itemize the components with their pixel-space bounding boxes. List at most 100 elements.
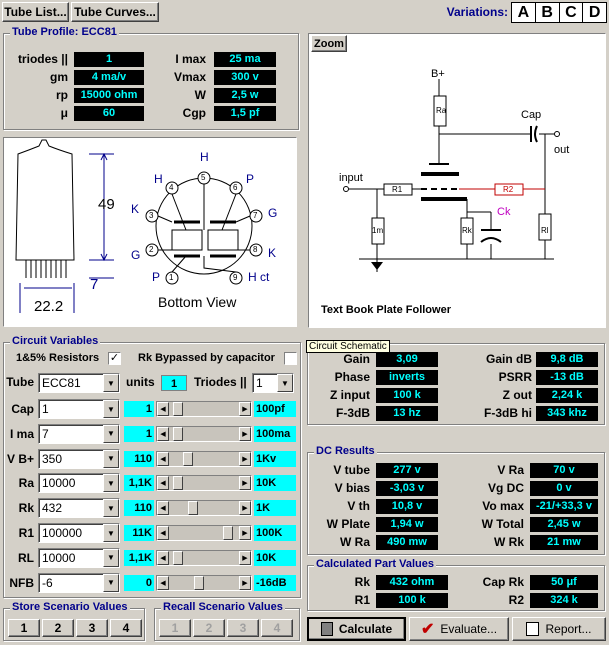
chevron-down-icon[interactable]: ▼ bbox=[103, 499, 119, 518]
rp-label: rp bbox=[56, 88, 68, 102]
slider-left-arrow-icon[interactable]: ◀ bbox=[157, 526, 169, 540]
vo-max-value: -21/+33,3 v bbox=[530, 499, 598, 514]
variations-group: A B C D bbox=[511, 2, 607, 23]
variation-c-button[interactable]: C bbox=[560, 3, 584, 22]
i-ma-slider[interactable]: ◀ ▶ bbox=[156, 425, 252, 442]
units-value[interactable]: 1 bbox=[161, 375, 187, 391]
i-ma-slider-thumb[interactable] bbox=[172, 426, 183, 441]
calculate-button[interactable]: Calculate bbox=[307, 617, 406, 641]
nfb-slider[interactable]: ◀ ▶ bbox=[156, 574, 252, 591]
chevron-down-icon[interactable]: ▼ bbox=[103, 573, 119, 592]
w-ra-value: 490 mw bbox=[376, 535, 438, 550]
slider-right-arrow-icon[interactable]: ▶ bbox=[239, 476, 251, 491]
circuit-variables-group: Circuit Variables 1&5% Resistors ✓ Rk By… bbox=[3, 335, 301, 598]
rl-slider[interactable]: ◀ ▶ bbox=[156, 549, 252, 566]
rl-slider-thumb[interactable] bbox=[172, 550, 183, 565]
i-ma-select[interactable]: 7 ▼ bbox=[38, 423, 120, 444]
cap-rk-label: Cap Rk bbox=[482, 575, 524, 589]
v-b-slider-thumb[interactable] bbox=[182, 451, 193, 466]
slider-left-arrow-icon[interactable]: ◀ bbox=[157, 550, 169, 565]
pin-7-label: 7 bbox=[253, 211, 258, 220]
ra-slider-thumb[interactable] bbox=[172, 476, 183, 491]
cap-step-value: 1 bbox=[124, 401, 154, 417]
slider-right-arrow-icon[interactable]: ▶ bbox=[239, 501, 251, 516]
chevron-down-icon[interactable]: ▼ bbox=[103, 524, 119, 542]
chevron-down-icon[interactable]: ▼ bbox=[277, 374, 293, 392]
variation-a-button[interactable]: A bbox=[512, 3, 536, 22]
resistors-checkbox[interactable]: ✓ bbox=[108, 352, 121, 365]
f3db-hi-label: F-3dB hi bbox=[484, 406, 532, 420]
dim-pin: 7 bbox=[90, 276, 99, 293]
chevron-down-icon[interactable]: ▼ bbox=[103, 374, 119, 392]
slider-right-arrow-icon[interactable]: ▶ bbox=[239, 526, 251, 540]
vo-max-label: Vo max bbox=[482, 499, 524, 513]
slider-right-arrow-icon[interactable]: ▶ bbox=[239, 550, 251, 565]
chevron-down-icon[interactable]: ▼ bbox=[103, 449, 119, 468]
slider-right-arrow-icon[interactable]: ▶ bbox=[239, 402, 251, 416]
r1-slider[interactable]: ◀ ▶ bbox=[156, 525, 252, 541]
rl-select-value: 10000 bbox=[42, 550, 76, 565]
phase-label: Phase bbox=[334, 370, 370, 384]
schematic-panel: Zoom B+ Ra Cap out input R1 R2 Ck 1m Rk … bbox=[308, 33, 606, 328]
recall-1-button[interactable]: 1 bbox=[159, 619, 191, 637]
rk-slider-thumb[interactable] bbox=[187, 501, 198, 516]
w-label: W bbox=[194, 88, 206, 102]
tube-profile-title: Tube Profile: ECC81 bbox=[10, 26, 119, 38]
tube-curves-button[interactable]: Tube Curves... bbox=[71, 2, 159, 22]
cap-slider[interactable]: ◀ ▶ bbox=[156, 401, 252, 417]
chevron-down-icon[interactable]: ▼ bbox=[103, 400, 119, 418]
ra-select[interactable]: 10000 ▼ bbox=[38, 473, 120, 494]
slider-left-arrow-icon[interactable]: ◀ bbox=[157, 575, 169, 590]
slider-left-arrow-icon[interactable]: ◀ bbox=[157, 451, 169, 466]
v-b-slider[interactable]: ◀ ▶ bbox=[156, 450, 252, 467]
recall-3-button[interactable]: 3 bbox=[227, 619, 259, 637]
tube-list-button[interactable]: Tube List... bbox=[2, 2, 69, 22]
nfb-select[interactable]: -6 ▼ bbox=[38, 572, 120, 593]
r1-calc-label: R1 bbox=[354, 593, 370, 607]
gain-value: 3,09 bbox=[376, 352, 438, 367]
slider-left-arrow-icon[interactable]: ◀ bbox=[157, 476, 169, 491]
ra-range: 10K bbox=[254, 475, 296, 492]
dc-results-group: DC Results V tube 277 v V bias -3,03 v V… bbox=[307, 445, 605, 555]
z-input-label: Z input bbox=[330, 388, 370, 402]
chevron-down-icon[interactable]: ▼ bbox=[103, 424, 119, 443]
slider-left-arrow-icon[interactable]: ◀ bbox=[157, 402, 169, 416]
rk-select[interactable]: 432 ▼ bbox=[38, 498, 120, 519]
store-3-button[interactable]: 3 bbox=[76, 619, 108, 637]
calculated-parts-title: Calculated Part Values bbox=[314, 558, 436, 570]
v-ra-label: V Ra bbox=[497, 463, 524, 477]
f3db-hi-value: 343 khz bbox=[536, 406, 598, 421]
chevron-down-icon[interactable]: ▼ bbox=[103, 548, 119, 567]
variation-d-button[interactable]: D bbox=[583, 3, 606, 22]
nfb-slider-thumb[interactable] bbox=[193, 575, 204, 590]
slider-left-arrow-icon[interactable]: ◀ bbox=[157, 426, 169, 441]
report-button[interactable]: Report... bbox=[512, 617, 606, 641]
triodes-select[interactable]: 1 ▼ bbox=[252, 373, 294, 393]
tube-select[interactable]: ECC81 ▼ bbox=[38, 373, 120, 393]
recall-2-button[interactable]: 2 bbox=[193, 619, 225, 637]
variation-b-button[interactable]: B bbox=[536, 3, 560, 22]
ra-slider[interactable]: ◀ ▶ bbox=[156, 475, 252, 492]
r1-range: 100K bbox=[254, 525, 296, 541]
recall-4-button[interactable]: 4 bbox=[261, 619, 293, 637]
store-1-button[interactable]: 1 bbox=[8, 619, 40, 637]
rl-select[interactable]: 10000 ▼ bbox=[38, 547, 120, 568]
rk-slider[interactable]: ◀ ▶ bbox=[156, 500, 252, 517]
evaluate-button[interactable]: ✔ Evaluate... bbox=[409, 617, 509, 641]
store-2-button[interactable]: 2 bbox=[42, 619, 74, 637]
r1-slider-thumb[interactable] bbox=[223, 526, 234, 540]
slider-right-arrow-icon[interactable]: ▶ bbox=[239, 451, 251, 466]
slider-right-arrow-icon[interactable]: ▶ bbox=[239, 575, 251, 590]
slider-left-arrow-icon[interactable]: ◀ bbox=[157, 501, 169, 516]
z-out-value: 2,24 k bbox=[536, 388, 598, 403]
slider-right-arrow-icon[interactable]: ▶ bbox=[239, 426, 251, 441]
r1-select[interactable]: 100000 ▼ bbox=[38, 523, 120, 543]
chevron-down-icon[interactable]: ▼ bbox=[103, 474, 119, 493]
rk-bypass-checkbox[interactable] bbox=[284, 352, 297, 365]
v-b-select[interactable]: 350 ▼ bbox=[38, 448, 120, 469]
cap-select[interactable]: 1 ▼ bbox=[38, 399, 120, 419]
cap-slider-thumb[interactable] bbox=[172, 402, 183, 416]
store-4-button[interactable]: 4 bbox=[110, 619, 142, 637]
recall-scenario-title: Recall Scenario Values bbox=[161, 601, 285, 613]
rk-label: Rk bbox=[462, 226, 472, 235]
